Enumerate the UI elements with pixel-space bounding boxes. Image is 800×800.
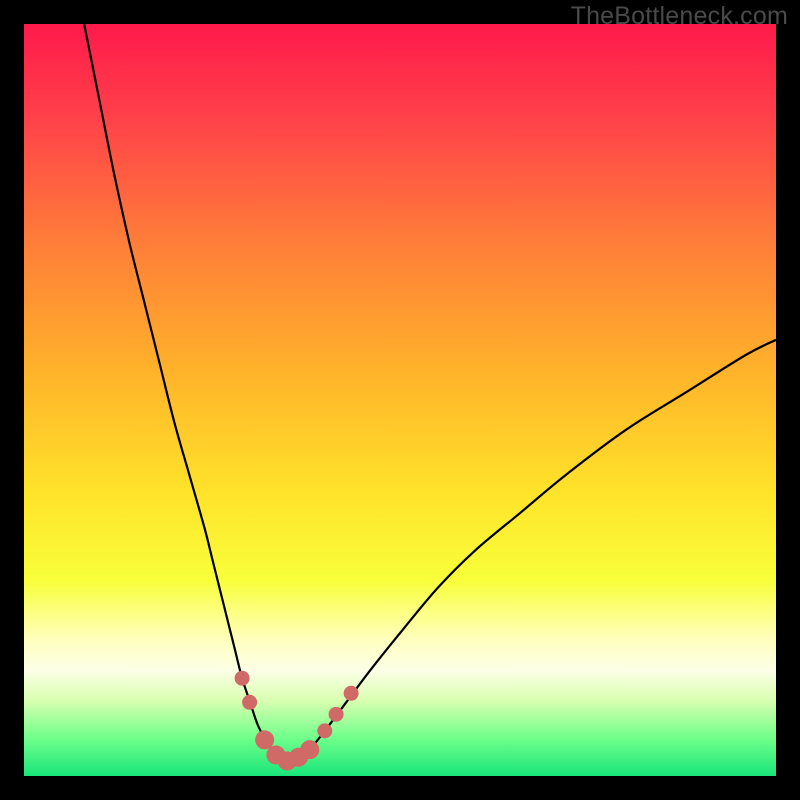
plot-area	[24, 24, 776, 776]
curve-marker	[235, 671, 249, 685]
curve-marker	[318, 724, 332, 738]
curve-marker	[243, 695, 257, 709]
curve-marker	[256, 731, 274, 749]
chart-svg	[24, 24, 776, 776]
curve-marker	[301, 741, 319, 759]
watermark-text: TheBottleneck.com	[571, 2, 788, 31]
curve-marker	[329, 707, 343, 721]
chart-frame: TheBottleneck.com	[0, 0, 800, 800]
curve-marker	[344, 686, 358, 700]
gradient-background	[24, 24, 776, 776]
